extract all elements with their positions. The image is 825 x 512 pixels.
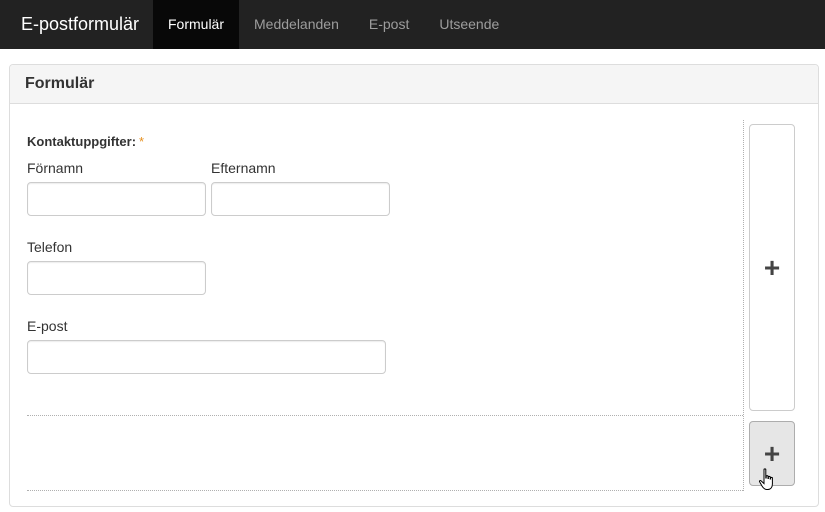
- panel-title: Formulär: [10, 65, 818, 104]
- phone-input[interactable]: [27, 261, 206, 295]
- section-label-text: Kontaktuppgifter:: [27, 134, 137, 149]
- column-divider: [743, 120, 744, 491]
- email-input[interactable]: [27, 340, 386, 374]
- brand-title[interactable]: E-postformulär: [21, 0, 139, 49]
- tab-epost[interactable]: E-post: [354, 0, 424, 49]
- plus-icon: +: [763, 251, 781, 283]
- required-marker: *: [139, 134, 145, 149]
- form-row: Kontaktuppgifter: * Förnamn Efternamn Tel…: [27, 120, 743, 416]
- top-navbar: E-postformulär Formulär Meddelanden E-po…: [0, 0, 825, 49]
- first-name-input[interactable]: [27, 182, 206, 216]
- first-name-label: Förnamn: [27, 160, 84, 176]
- last-name-input[interactable]: [211, 182, 390, 216]
- nav-tabs: Formulär Meddelanden E-post Utseende: [153, 0, 514, 49]
- plus-icon: +: [763, 437, 781, 469]
- add-column-button[interactable]: +: [749, 124, 795, 411]
- last-name-label: Efternamn: [211, 160, 276, 176]
- tab-meddelanden[interactable]: Meddelanden: [239, 0, 354, 49]
- tab-formular[interactable]: Formulär: [153, 0, 240, 49]
- email-label: E-post: [27, 318, 68, 334]
- form-panel: Formulär Kontaktuppgifter: * Förnamn Efte…: [9, 64, 819, 507]
- phone-label: Telefon: [27, 239, 73, 255]
- hand-pointer-icon: [758, 468, 773, 490]
- tab-utseende[interactable]: Utseende: [424, 0, 514, 49]
- section-label: Kontaktuppgifter: *: [27, 134, 144, 149]
- empty-row[interactable]: [27, 416, 743, 491]
